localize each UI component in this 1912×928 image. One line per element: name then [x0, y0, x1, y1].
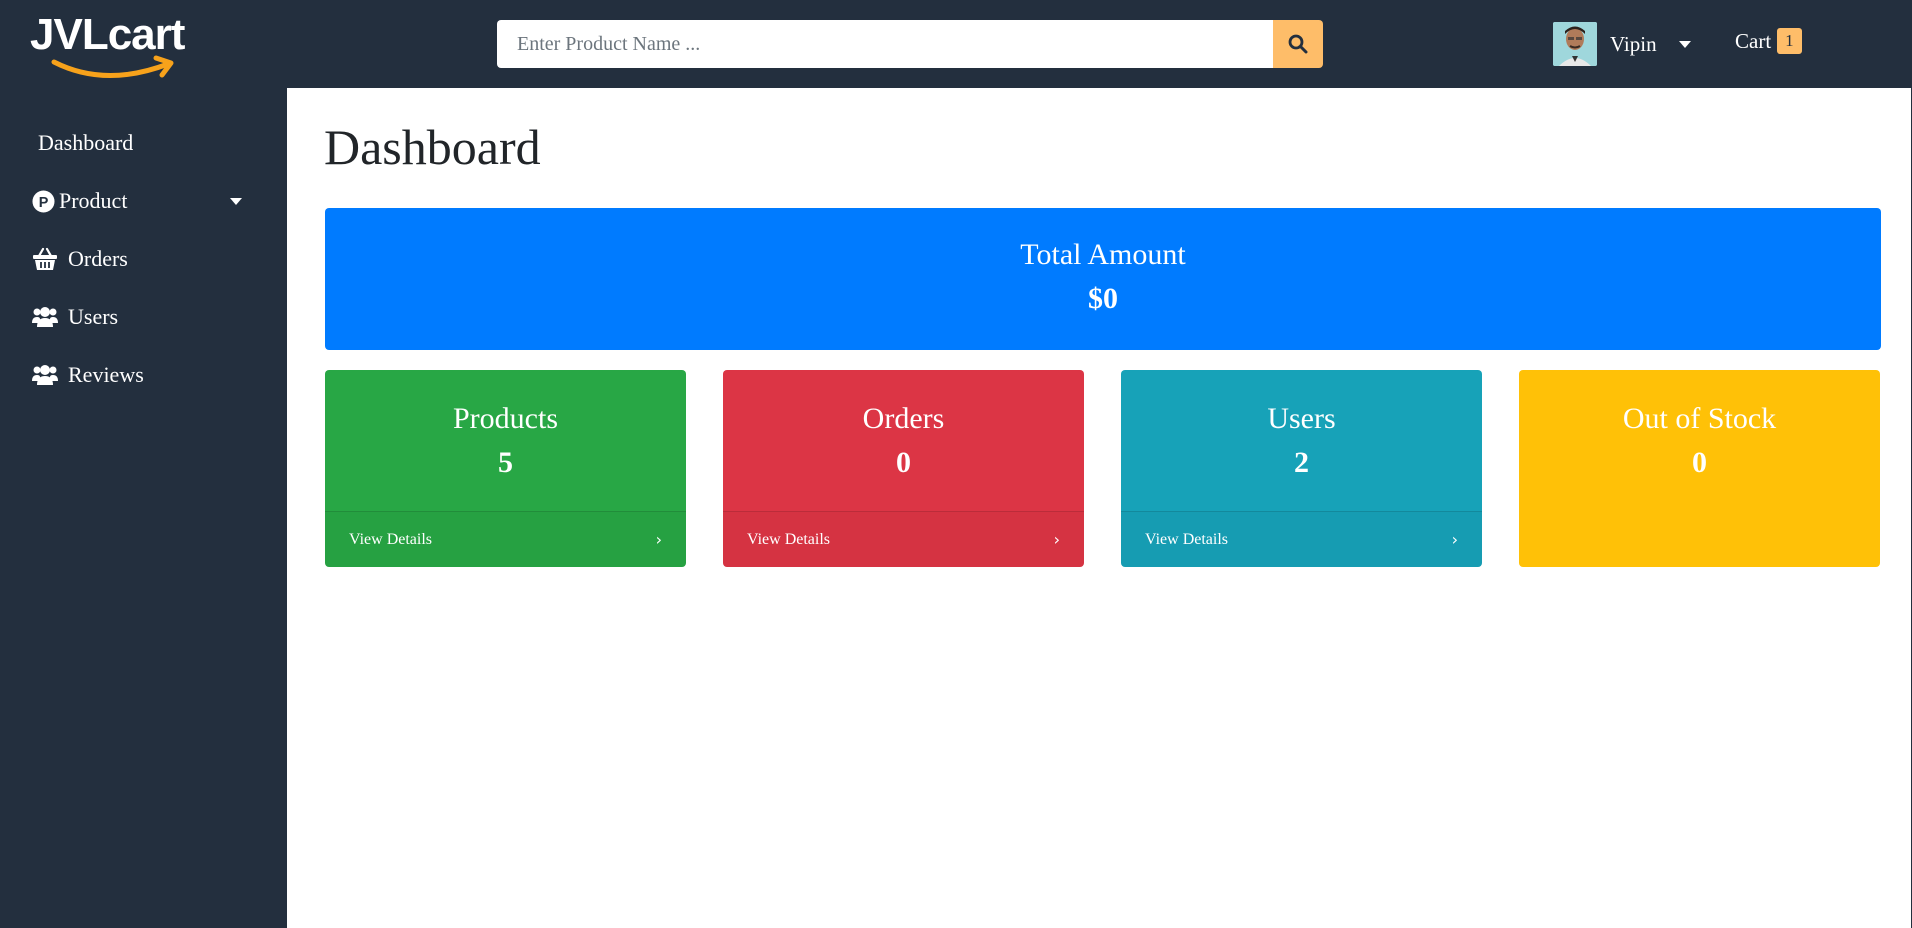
logo-smile-icon — [51, 55, 174, 78]
card-value: 5 — [498, 446, 513, 479]
view-details-label: View Details — [747, 530, 831, 548]
users-icon — [32, 306, 58, 328]
sidebar-item-dashboard[interactable]: Dashboard — [38, 130, 133, 156]
top-navbar: JVLcart Vipin — [0, 0, 1912, 88]
search-input[interactable] — [497, 20, 1273, 68]
cart-label: Cart — [1735, 28, 1772, 53]
chevron-down-icon — [1678, 40, 1691, 48]
search-button[interactable] — [1273, 20, 1323, 68]
basket-icon — [32, 247, 58, 271]
chevron-right-icon: › — [1053, 530, 1060, 549]
sidebar-item-users[interactable]: Users — [32, 304, 118, 330]
card-value: 0 — [1692, 446, 1707, 479]
page-title: Dashboard — [324, 119, 541, 175]
card-title: Products — [453, 402, 558, 435]
sidebar-item-label: Orders — [68, 246, 128, 271]
view-details-label: View Details — [1145, 530, 1229, 548]
view-details-link[interactable]: View Details › — [1121, 511, 1482, 567]
sidebar-item-label: Dashboard — [38, 130, 134, 155]
orders-card: Orders 0 View Details › — [723, 370, 1084, 567]
chevron-right-icon: › — [655, 530, 662, 549]
chevron-right-icon: › — [1451, 530, 1458, 549]
view-details-link[interactable]: View Details › — [325, 511, 686, 567]
sidebar-item-label: Product — [59, 188, 128, 213]
card-value: 2 — [1294, 446, 1309, 479]
users-card: Users 2 View Details › — [1121, 370, 1482, 567]
cart-count-badge: 1 — [1777, 28, 1802, 54]
avatar — [1553, 22, 1597, 66]
view-details-label: View Details — [349, 530, 433, 548]
search-icon — [1288, 34, 1308, 54]
chevron-down-icon[interactable] — [230, 198, 242, 205]
sidebar: Dashboard P Product Orders Users Reviews — [0, 88, 287, 928]
user-menu[interactable]: Vipin — [1553, 22, 1691, 66]
products-card: Products 5 View Details › — [325, 370, 686, 567]
jvlcart-logo[interactable]: JVLcart — [30, 10, 200, 78]
main-content: Dashboard Total Amount $0 Products 5 Vie… — [287, 88, 1911, 928]
total-amount-card: Total Amount $0 — [325, 208, 1881, 350]
users-icon — [32, 364, 58, 386]
svg-text:P: P — [39, 194, 49, 210]
view-details-link[interactable]: View Details › — [723, 511, 1084, 567]
sidebar-item-orders[interactable]: Orders — [32, 246, 128, 272]
sidebar-item-product[interactable]: P Product — [32, 188, 127, 214]
sidebar-item-label: Users — [68, 304, 119, 329]
product-p-icon: P — [32, 189, 55, 213]
card-title: Orders — [862, 402, 945, 435]
total-amount-value: $0 — [1088, 282, 1118, 315]
out-of-stock-card: Out of Stock 0 — [1519, 370, 1880, 567]
search-bar — [497, 20, 1323, 68]
card-title: Users — [1267, 402, 1336, 435]
sidebar-item-label: Reviews — [68, 362, 144, 387]
card-title: Out of Stock — [1622, 402, 1777, 435]
sidebar-item-reviews[interactable]: Reviews — [32, 362, 144, 388]
total-amount-title: Total Amount — [1020, 238, 1186, 271]
cart-link[interactable]: Cart 1 — [1735, 28, 1802, 54]
user-name: Vipin — [1610, 31, 1657, 56]
card-value: 0 — [896, 446, 911, 479]
